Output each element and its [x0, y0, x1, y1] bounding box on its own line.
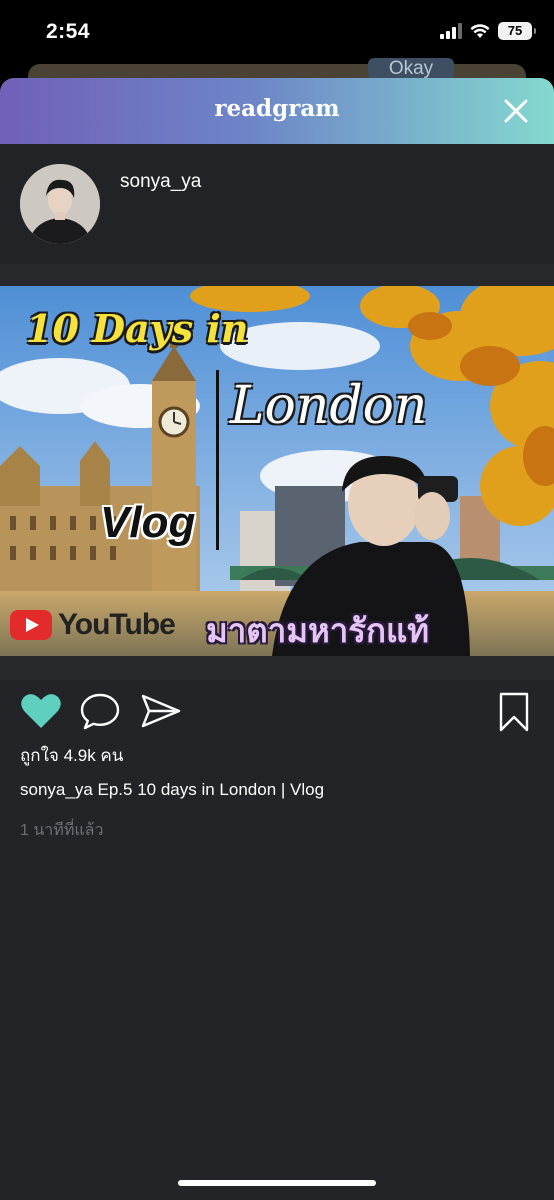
wifi-icon: [470, 24, 490, 38]
post-username[interactable]: sonya_ya: [120, 171, 201, 193]
separator: [0, 656, 554, 680]
signal-icon: [440, 23, 462, 39]
background-okay-button: Okay: [368, 58, 454, 80]
battery-icon: 75: [498, 22, 536, 40]
modal-title: readgram: [214, 95, 340, 122]
thumbnail-vlog: Vlog: [100, 498, 196, 547]
thumbnail-thai-text: มาตามหารักแท้: [206, 611, 430, 650]
thumbnail-divider: [216, 370, 219, 550]
youtube-play-icon: [10, 610, 52, 640]
post-image[interactable]: 10 Days in London Vlog YouTube มาตามหารั…: [0, 286, 554, 656]
status-icons: 75: [440, 22, 536, 40]
thumbnail-title: 10 Days in: [26, 306, 249, 351]
home-indicator[interactable]: [178, 1180, 376, 1186]
avatar[interactable]: [20, 164, 100, 244]
youtube-wordmark: YouTube: [58, 608, 176, 641]
separator: [0, 264, 554, 286]
speech-bubble-icon[interactable]: [80, 692, 120, 730]
post-caption: sonya_ya Ep.5 10 days in London | Vlog: [20, 780, 324, 800]
profile-row: sonya_ya: [0, 144, 554, 264]
modal-header: readgram: [0, 78, 554, 144]
paper-plane-icon[interactable]: [140, 692, 182, 730]
bookmark-icon[interactable]: [498, 692, 530, 732]
caption-text: Ep.5 10 days in London | Vlog: [97, 780, 325, 799]
post-timestamp: 1 นาทีที่แล้ว: [20, 822, 104, 839]
status-bar: 2:54 75: [0, 0, 554, 66]
heart-icon[interactable]: [20, 692, 62, 730]
thumbnail-youtube-logo: YouTube: [10, 608, 176, 642]
post-actions: [0, 680, 554, 736]
close-icon[interactable]: [502, 97, 530, 125]
status-time: 2:54: [46, 20, 91, 43]
likes-count[interactable]: ถูกใจ 4.9k คน: [20, 742, 123, 769]
caption-username[interactable]: sonya_ya: [20, 780, 93, 799]
avatar-portrait: [20, 164, 100, 244]
readgram-modal: readgram sonya_ya 10 Days in London Vlog…: [0, 78, 554, 1200]
thumbnail-city: London: [230, 376, 428, 436]
